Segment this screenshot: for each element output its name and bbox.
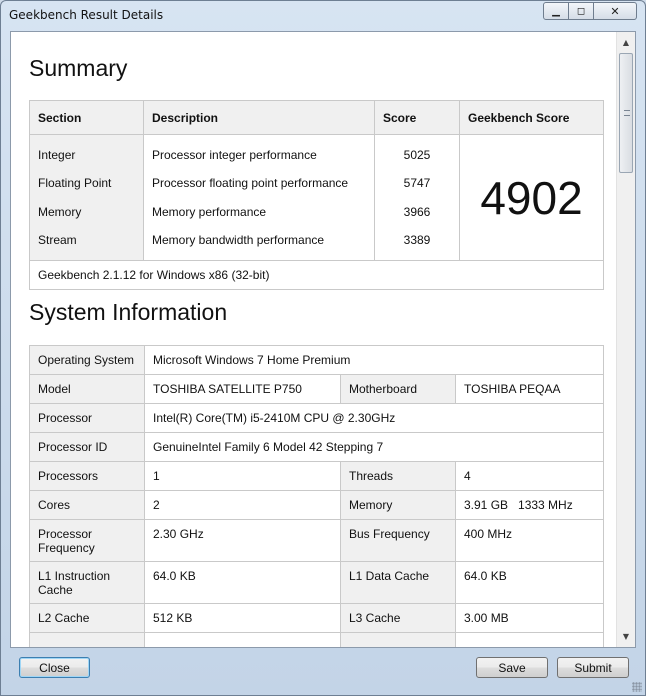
scroll-up-icon[interactable]: ▲	[617, 34, 635, 51]
info-row-processor: Processor Intel(R) Core(TM) i5-2410M CPU…	[29, 403, 604, 433]
cores-label: Cores	[29, 490, 145, 520]
processor-label: Processor	[29, 403, 145, 433]
motherboard-label: Motherboard	[340, 374, 456, 404]
threads-value: 4	[455, 461, 604, 491]
section-cell: Memory	[29, 197, 144, 227]
close-button[interactable]: Close	[19, 657, 90, 678]
score-cell: 5747	[374, 168, 460, 198]
window-title: Geekbench Result Details	[9, 8, 164, 22]
info-row-l2-l3-cache: L2 Cache 512 KB L3 Cache 3.00 MB	[29, 603, 604, 633]
scrollbar-thumb[interactable]	[619, 53, 633, 173]
summary-footer-row: Geekbench 2.1.12 for Windows x86 (32-bit…	[29, 260, 604, 290]
memory-value: 3.91 GB 1333 MHz	[455, 490, 604, 520]
report-content: Summary Section Description Score Geekbe…	[11, 32, 615, 647]
processor-id-value: GenuineIntel Family 6 Model 42 Stepping …	[144, 432, 604, 462]
l2-cache-label: L2 Cache	[29, 603, 145, 633]
info-row-processor-id: Processor ID GenuineIntel Family 6 Model…	[29, 432, 604, 462]
minimize-button[interactable]: ▁	[543, 2, 569, 20]
maximize-button[interactable]: ◻	[568, 2, 594, 20]
l1-data-cache-value: 64.0 KB	[455, 561, 604, 604]
l1-data-cache-label: L1 Data Cache	[340, 561, 456, 604]
next-row-label-2	[340, 632, 456, 647]
memory-label: Memory	[340, 490, 456, 520]
geekbench-score-header: Geekbench Score	[459, 100, 604, 135]
info-row-os: Operating System Microsoft Windows 7 Hom…	[29, 345, 604, 375]
bus-frequency-label: Bus Frequency	[340, 519, 456, 562]
l1-instruction-cache-label: L1 Instruction Cache	[29, 561, 145, 604]
info-row-cores: Cores 2 Memory 3.91 GB 1333 MHz	[29, 490, 604, 520]
system-info-heading: System Information	[29, 299, 228, 325]
motherboard-value: TOSHIBA PEQAA	[455, 374, 604, 404]
l1-instruction-cache-value: 64.0 KB	[144, 561, 341, 604]
resize-grip-icon[interactable]	[632, 682, 642, 692]
info-row-model: Model TOSHIBA SATELLITE P750 Motherboard…	[29, 374, 604, 404]
score-cell: 3966	[374, 197, 460, 227]
processors-label: Processors	[29, 461, 145, 491]
geekbench-total-score: 4902	[459, 134, 604, 261]
l3-cache-label: L3 Cache	[340, 603, 456, 633]
description-cell: Processor floating point performance	[143, 168, 375, 198]
geekbench-version: Geekbench 2.1.12 for Windows x86 (32-bit…	[29, 260, 604, 290]
thumb-grip-icon	[624, 110, 630, 116]
section-cell: Floating Point	[29, 168, 144, 198]
scroll-down-icon[interactable]: ▼	[617, 628, 635, 645]
save-button[interactable]: Save	[476, 657, 548, 678]
submit-button[interactable]: Submit	[557, 657, 629, 678]
description-cell: Memory performance	[143, 197, 375, 227]
cores-value: 2	[144, 490, 341, 520]
summary-table: Section Description Score Geekbench Scor…	[29, 100, 604, 290]
next-row-value-2	[455, 632, 604, 647]
info-row-partial	[29, 632, 604, 647]
processor-value: Intel(R) Core(TM) i5-2410M CPU @ 2.30GHz	[144, 403, 604, 433]
os-value: Microsoft Windows 7 Home Premium	[144, 345, 604, 375]
model-value: TOSHIBA SATELLITE P750	[144, 374, 341, 404]
bus-frequency-value: 400 MHz	[455, 519, 604, 562]
next-row-value	[144, 632, 341, 647]
vertical-scrollbar[interactable]: ▲ ▼	[616, 32, 635, 647]
processor-frequency-label: Processor Frequency	[29, 519, 145, 562]
info-row-frequency: Processor Frequency 2.30 GHz Bus Frequen…	[29, 519, 604, 562]
section-cell: Integer	[29, 134, 144, 169]
description-cell: Processor integer performance	[143, 134, 375, 169]
summary-heading: Summary	[29, 55, 128, 81]
score-cell: 5025	[374, 134, 460, 169]
summary-row: Integer Processor integer performance 50…	[29, 134, 604, 261]
l3-cache-value: 3.00 MB	[455, 603, 604, 633]
score-header: Score	[374, 100, 460, 135]
result-details-window: Geekbench Result Details ▁ ◻ ✕ Summary S…	[0, 0, 646, 696]
description-cell: Memory bandwidth performance	[143, 226, 375, 261]
description-header: Description	[143, 100, 375, 135]
section-header: Section	[29, 100, 144, 135]
info-row-processors: Processors 1 Threads 4	[29, 461, 604, 491]
close-window-button[interactable]: ✕	[593, 2, 637, 20]
report-view: Summary Section Description Score Geekbe…	[10, 31, 636, 648]
info-row-l1-cache: L1 Instruction Cache 64.0 KB L1 Data Cac…	[29, 561, 604, 604]
model-label: Model	[29, 374, 145, 404]
score-cell: 3389	[374, 226, 460, 261]
next-row-label	[29, 632, 145, 647]
summary-header-row: Section Description Score Geekbench Scor…	[29, 100, 604, 135]
processor-id-label: Processor ID	[29, 432, 145, 462]
title-bar[interactable]: Geekbench Result Details ▁ ◻ ✕	[1, 1, 645, 31]
section-cell: Stream	[29, 226, 144, 261]
os-label: Operating System	[29, 345, 145, 375]
l2-cache-value: 512 KB	[144, 603, 341, 633]
processors-value: 1	[144, 461, 341, 491]
threads-label: Threads	[340, 461, 456, 491]
system-info-table: Operating System Microsoft Windows 7 Hom…	[29, 345, 604, 647]
processor-frequency-value: 2.30 GHz	[144, 519, 341, 562]
